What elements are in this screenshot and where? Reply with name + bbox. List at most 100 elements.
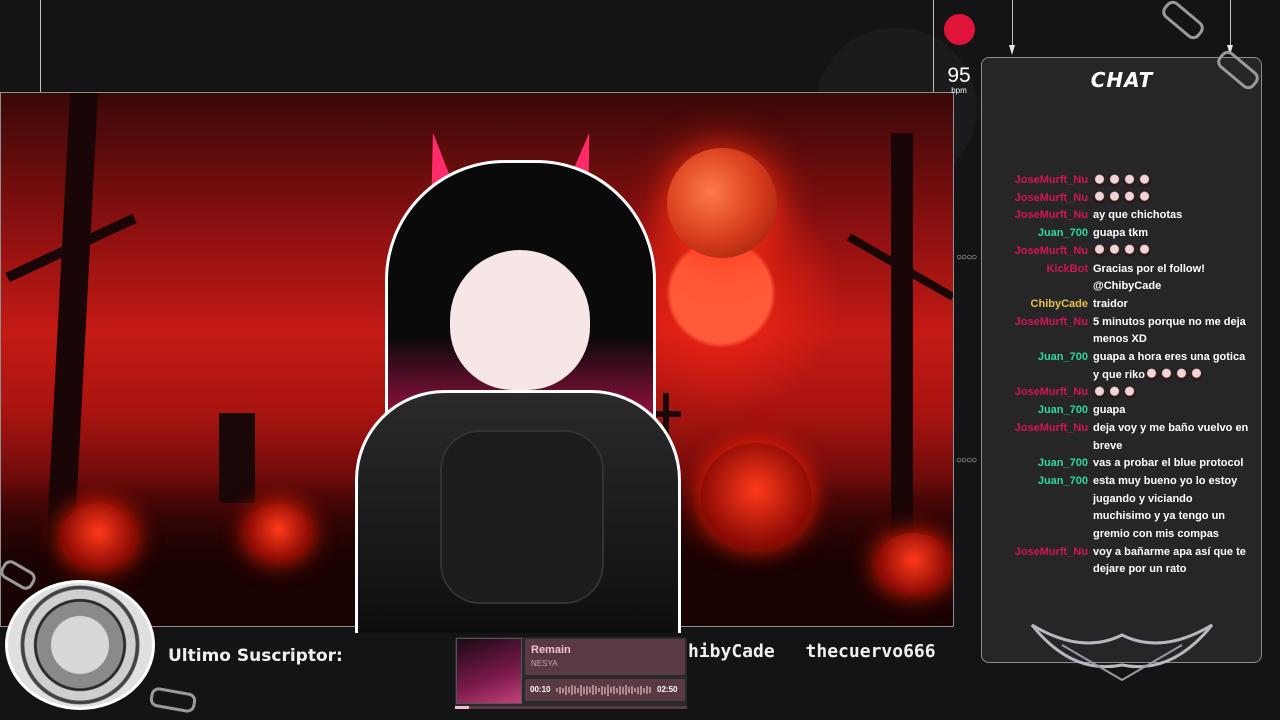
emote-icon [1138, 191, 1151, 205]
subscriber-ticker: hibyCade thecuervo666 5h [688, 641, 958, 662]
current-time: 00:10 [530, 685, 551, 694]
bpm-value: 95 [947, 64, 971, 87]
chat-text: traidor [1093, 296, 1253, 314]
waveform-bar [559, 686, 561, 694]
emote-icon [1123, 244, 1136, 258]
chat-text: ay que chichotas [1093, 207, 1253, 225]
waveform-bar [577, 687, 579, 693]
chat-message: JoseMurft_Nu deja voy y me baño vuelvo en… [985, 420, 1257, 455]
chat-text: Gracias por el follow! @ChibyCade [1093, 261, 1253, 296]
chain-link: ○○○○ [956, 455, 977, 466]
waveform-bar [613, 686, 615, 694]
waveform-bar [622, 686, 624, 694]
waveform [556, 684, 652, 696]
chat-message: JoseMurft_Nu [985, 243, 1257, 261]
emote-icon [1093, 173, 1106, 187]
waveform-bar [583, 686, 585, 694]
chat-message: JoseMurft_Nu 5 minutos porque no me deja … [985, 314, 1257, 349]
waveform-bar [565, 685, 567, 695]
chat-username: ChibyCade [1030, 297, 1088, 310]
waveform-bar [607, 684, 609, 696]
waveform-bar [646, 686, 648, 694]
last-subscriber-label: Ultimo Suscriptor: [168, 646, 343, 666]
chat-text-content: ay que chichotas [1093, 209, 1183, 222]
waveform-bar [604, 686, 606, 694]
chat-message: JoseMurft_Nu [985, 384, 1257, 402]
chat-text: esta muy bueno yo lo estoy jugando y vic… [1093, 473, 1253, 544]
waveform-bar [571, 685, 573, 695]
waveform-bar [592, 685, 594, 695]
waveform-bar [568, 687, 570, 693]
chat-username: JoseMurft_Nu [1014, 315, 1088, 328]
waveform-bar [574, 686, 576, 694]
chat-username: Juan_700 [1037, 474, 1088, 487]
chat-text: vas a probar el blue protocol [1093, 455, 1253, 473]
jack-o-lantern [246, 503, 311, 561]
chat-text-content: 5 minutos porque no me deja menos XD [1093, 315, 1246, 346]
hanging-string [1009, 0, 1015, 55]
chat-username: JoseMurft_Nu [1014, 386, 1088, 399]
emote-icon [1138, 244, 1151, 258]
chat-message: JoseMurft_Nu ay que chichotas [985, 207, 1257, 225]
emote-icon [1123, 191, 1136, 205]
bpm-unit: bpm [951, 86, 967, 95]
chat-text [1093, 243, 1253, 261]
emote-icon [1123, 386, 1136, 400]
chat-username: JoseMurft_Nu [1014, 174, 1088, 186]
hanging-string [1227, 0, 1233, 55]
waveform-bar [586, 685, 588, 695]
chat-message: Juan_700 guapa [985, 402, 1257, 420]
avatar-face [450, 250, 590, 390]
chat-message: ChibyCade traidor [985, 296, 1257, 314]
chat-text-content: vas a probar el blue protocol [1093, 457, 1244, 470]
jack-o-lantern [61, 503, 136, 568]
emote-icon [1093, 386, 1106, 400]
waveform-bar [595, 686, 597, 694]
chat-text-content: deja voy y me baño vuelvo en breve [1093, 421, 1249, 452]
waveform-bar [601, 685, 603, 695]
emote-icon [1093, 244, 1106, 258]
jack-o-lantern [701, 443, 811, 548]
waveform-bar [637, 686, 639, 694]
waveform-bar [598, 688, 600, 692]
waveform-bar [628, 687, 630, 693]
chat-username: KickBot [1046, 262, 1088, 275]
emote-icon [1108, 173, 1121, 187]
waveform-bar [634, 688, 636, 692]
chat-message: Juan_700 guapa tkm [985, 225, 1257, 243]
chat-username: JoseMurft_Nu [1014, 545, 1088, 558]
chat-text: 5 minutos porque no me deja menos XD [1093, 314, 1253, 349]
waveform-bar [580, 684, 582, 696]
chat-username: Juan_700 [1037, 351, 1088, 364]
chat-message: JoseMurft_Nu voy a bañarme apa así que te… [985, 544, 1257, 579]
chat-text [1093, 190, 1253, 208]
chat-username: JoseMurft_Nu [1014, 209, 1088, 222]
emote-icon [1159, 368, 1173, 382]
chat-text-content: esta muy bueno yo lo estoy jugando y vic… [1093, 474, 1238, 541]
chat-username: Juan_700 [1037, 404, 1088, 417]
blood-moon [667, 148, 777, 258]
emote-icon [1189, 368, 1203, 382]
chat-text: deja voy y me baño vuelvo en breve [1093, 420, 1253, 455]
waveform-bar [640, 685, 642, 695]
chat-message: KickBot Gracias por el follow! @ChibyCade [985, 261, 1257, 296]
waveform-bar [649, 687, 651, 693]
emote-icon [1108, 244, 1121, 258]
chat-text: guapa [1093, 402, 1253, 420]
song-artist: NESYA [531, 659, 558, 668]
chat-username: JoseMurft_Nu [1014, 421, 1088, 434]
emote-icon [1108, 191, 1121, 205]
chat-message: Juan_700 guapa a hora eres una gotica y q… [985, 349, 1257, 384]
chat-message-list: JoseMurft_Nu JoseMurft_Nu JoseMurft_Nu ay q… [985, 172, 1257, 579]
chat-text-content: Gracias por el follow! @ChibyCade [1093, 262, 1205, 293]
waveform-bar [562, 687, 564, 693]
recording-indicator [944, 14, 975, 45]
emote-icon [1123, 173, 1136, 187]
waveform-bar [625, 685, 627, 695]
waveform-bar [643, 687, 645, 693]
chat-text: voy a bañarme apa así que te dejare por … [1093, 544, 1253, 579]
emote-icon [1108, 386, 1121, 400]
channel-logo [5, 580, 155, 710]
chat-text [1093, 172, 1253, 190]
emote-icon [1144, 368, 1158, 382]
